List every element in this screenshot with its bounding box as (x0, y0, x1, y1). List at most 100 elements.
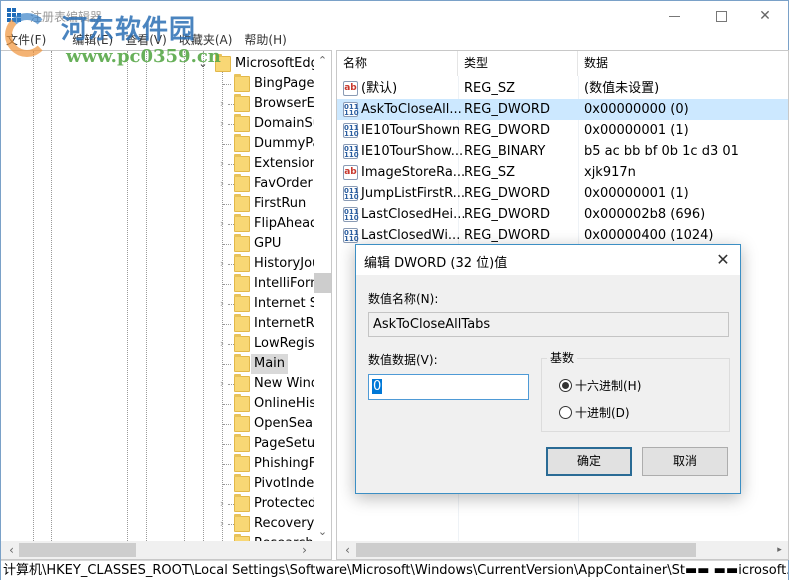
value-name-field[interactable]: AskToCloseAllTabs (368, 312, 729, 337)
radio-hexadecimal[interactable]: 十六进制(H) (559, 376, 641, 394)
radio-label: 十进制(D) (575, 405, 630, 420)
scroll-up-icon[interactable]: ⌃ (314, 52, 331, 69)
folder-icon (234, 94, 250, 112)
base-group-label: 基数 (547, 349, 578, 366)
status-bar-path: 计算机\HKEY_CLASSES_ROOT\Local Settings\Sof… (1, 560, 788, 580)
values-horizontal-scrollbar[interactable]: ‹ ▸ (337, 541, 788, 559)
dialog-close-button[interactable]: ✕ (708, 248, 738, 272)
value-row[interactable]: 011 110 LastClosedWi... REG_DWORD 0x0000040… (337, 225, 788, 246)
value-name-label: 数值名称(N): (368, 292, 439, 306)
tree-item[interactable]: OnlineHistory (1, 394, 331, 414)
value-data-cell: xjk917n (584, 165, 636, 180)
tree-item[interactable]: BingPageData (1, 74, 331, 94)
tree-item[interactable]: › LowRegistry (1, 334, 331, 354)
tree-item[interactable]: ›BrowserEmulation (1, 94, 331, 114)
dialog-title: 编辑 DWORD (32 位)值 (364, 256, 508, 271)
cancel-button[interactable]: 取消 (642, 447, 728, 476)
tree-vertical-scrollbar[interactable]: ⌃ ⌄ (314, 51, 331, 541)
registry-editor-window: 注册表编辑器 ✕ 文件(F) 编辑(E) 查看(V) 收藏夹(A) 帮助(H) … (0, 0, 789, 580)
tree-item[interactable]: ›New Windows (1, 374, 331, 394)
scrollbar-thumb[interactable] (19, 543, 136, 557)
tree-item[interactable]: › FlipAhead (1, 214, 318, 234)
chevron-right-icon[interactable]: › (217, 374, 227, 394)
tree-item[interactable]: IntelliForms (1, 274, 330, 294)
tree-item[interactable]: › FavOrder (1, 174, 314, 194)
radio-decimal[interactable]: 十进制(D) (559, 403, 630, 421)
tree-item[interactable]: OpenSearch (1, 414, 331, 434)
tree-item[interactable]: › Protected (1, 494, 316, 514)
tree-item[interactable]: Main (1, 354, 314, 374)
chevron-right-icon[interactable]: › (217, 154, 227, 174)
minimize-button[interactable] (651, 1, 697, 31)
minimize-icon (668, 15, 680, 17)
tree-item-label: FavOrder (254, 176, 313, 191)
chevron-right-icon[interactable]: › (217, 334, 227, 354)
tree-item[interactable]: › Extensions (1, 154, 325, 174)
tree-horizontal-scrollbar[interactable]: ‹ › (1, 541, 331, 559)
chevron-right-icon[interactable]: › (217, 214, 227, 234)
tree-item[interactable]: ›DomainSuggestion (1, 114, 331, 134)
chevron-right-icon[interactable]: › (217, 294, 227, 314)
tree-item[interactable]: InternetRegistry (1, 314, 331, 334)
key-tree-pane[interactable]: ⌄ MicrosoftEdge BingPageData›BrowserEmul… (1, 50, 332, 560)
folder-icon (234, 454, 250, 472)
scroll-right-icon[interactable]: › (296, 541, 313, 559)
tree-item[interactable]: GPU (1, 234, 314, 254)
dialog-title-bar: 编辑 DWORD (32 位)值 ✕ (356, 245, 740, 275)
folder-icon (234, 334, 250, 352)
tree-connector-line (223, 144, 231, 145)
radio-button-icon[interactable] (559, 405, 572, 419)
close-button[interactable]: ✕ (742, 1, 788, 31)
chevron-right-icon[interactable]: › (217, 494, 227, 514)
value-row[interactable]: ab (默认) REG_SZ (数值未设置) (337, 78, 788, 99)
column-header-type[interactable]: 类型 (458, 51, 578, 76)
value-data-label: 数值数据(V): (368, 353, 438, 367)
chevron-right-icon[interactable]: › (217, 514, 227, 534)
chevron-right-icon[interactable]: › (217, 94, 227, 114)
tree-item[interactable]: ›HistoryJournal (1, 254, 331, 274)
tree-connector-line (223, 244, 231, 245)
folder-icon (234, 514, 250, 532)
value-type-cell: REG_DWORD (464, 207, 550, 222)
tree-item[interactable]: ›Internet Settings (1, 294, 331, 314)
value-row[interactable]: ab ImageStoreRa... REG_SZ xjk917n (337, 162, 788, 183)
column-header-name[interactable]: 名称 (337, 51, 458, 76)
tree-connector-line (223, 444, 231, 445)
value-row[interactable]: 011 110 IE10TourShown REG_DWORD 0x00000001 … (337, 120, 788, 141)
scroll-left-icon[interactable]: ‹ (339, 541, 356, 559)
close-icon: ✕ (759, 8, 771, 24)
ok-button[interactable]: 确定 (546, 447, 632, 476)
maximize-button[interactable] (698, 1, 744, 31)
value-data-cell: b5 ac bb bf 0b 1c d3 01 (584, 144, 739, 159)
scrollbar-thumb[interactable] (314, 273, 331, 293)
value-row[interactable]: 011 110 JumpListFirstR... REG_DWORD 0x00000… (337, 183, 788, 204)
value-data-cell: (数值未设置) (584, 81, 660, 96)
folder-icon (234, 414, 250, 432)
tree-item[interactable]: DummyPath (1, 134, 331, 154)
value-data-input[interactable]: 0 (368, 374, 529, 400)
tree-item[interactable]: PhishingFilter (1, 454, 331, 474)
binary-value-icon: 011 110 (343, 102, 359, 117)
chevron-right-icon[interactable]: › (217, 114, 227, 134)
folder-icon (234, 74, 250, 92)
close-icon: ✕ (716, 250, 730, 269)
tree-item-label: FirstRun (254, 196, 307, 211)
string-value-icon: ab (343, 81, 358, 96)
tree-item[interactable]: PivotIndex (1, 474, 322, 494)
tree-item[interactable]: FirstRun (1, 194, 314, 214)
value-row[interactable]: 011 110 AskToCloseAll... REG_DWORD 0x000000… (337, 99, 788, 120)
scroll-right-icon[interactable]: ▸ (771, 541, 788, 559)
tree-item[interactable]: › Recovery (1, 514, 314, 534)
value-row[interactable]: 011 110 LastClosedHei... REG_DWORD 0x000002… (337, 204, 788, 225)
radio-button-icon[interactable] (559, 378, 572, 392)
scroll-left-icon[interactable]: ‹ (3, 541, 20, 559)
column-header-data[interactable]: 数据 (578, 51, 788, 76)
scroll-down-icon[interactable]: ⌄ (314, 523, 331, 540)
value-row[interactable]: 011 110 IE10TourShow... REG_BINARY b5 ac bb… (337, 141, 788, 162)
menu-help[interactable]: 帮助(H) (238, 31, 292, 50)
chevron-right-icon[interactable]: › (217, 174, 227, 194)
tree-item[interactable]: PageSetup (1, 434, 323, 454)
chevron-right-icon[interactable]: › (217, 254, 227, 274)
value-type-cell: REG_SZ (464, 165, 515, 180)
scrollbar-thumb[interactable] (356, 543, 696, 557)
